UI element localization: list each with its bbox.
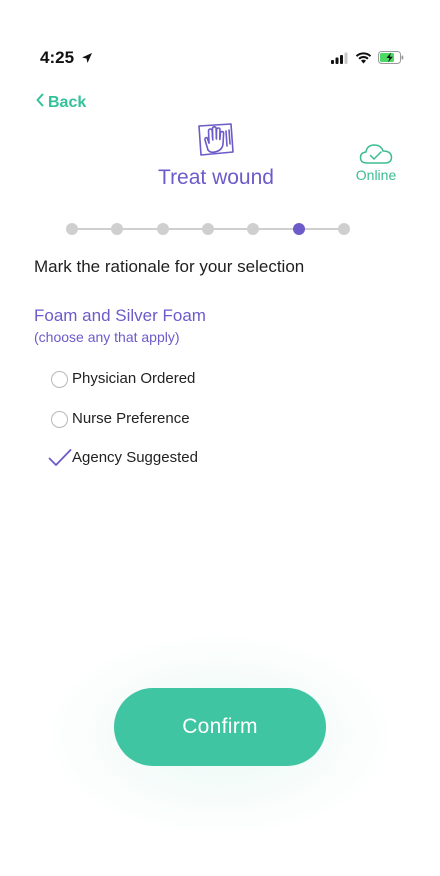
wifi-icon [355,51,372,69]
instruction-prompt: Mark the rationale for your selection [34,257,305,276]
signal-icon [331,51,349,69]
step-dot [247,223,260,235]
step-dot [202,223,214,235]
chevron-left-icon [36,93,44,112]
step-dot [338,223,350,235]
back-button[interactable]: Back [36,93,86,112]
back-label: Back [48,93,87,111]
cloud-check-icon [359,143,393,165]
connection-status: Online [350,143,402,183]
step-dot [111,223,124,235]
status-icons [331,51,404,69]
option-physician-ordered[interactable]: Physician Ordered [48,366,348,406]
confirm-button[interactable]: Confirm [114,688,326,766]
screen: 4:25 Back Treat wound Online Mark the ra… [0,0,440,876]
radio-unselected-icon[interactable] [51,410,68,428]
hand-wipe-icon [196,122,236,162]
status-bar: 4:25 [0,48,440,72]
option-label: Nurse Preference [72,409,190,427]
battery-charging-icon [378,51,404,69]
checkmark-icon[interactable] [48,448,72,468]
status-time-text: 4:25 [40,48,75,67]
progress-stepper [66,222,350,236]
step-dot [156,223,169,235]
option-label: Agency Suggested [72,449,198,466]
rationale-options: Physician Ordered Nurse Preference Agenc… [48,366,348,485]
option-agency-suggested[interactable]: Agency Suggested [48,445,348,485]
section-hint: (choose any that apply) [34,329,180,345]
option-label: Physician Ordered [72,370,196,387]
radio-unselected-icon[interactable] [51,371,68,388]
status-time: 4:25 [40,48,93,69]
section-title: Foam and Silver Foam [34,306,206,325]
step-dot-current [292,223,305,235]
option-nurse-preference[interactable]: Nurse Preference [48,406,348,446]
location-arrow-icon [81,49,93,69]
online-label: Online [355,167,397,183]
step-dot [66,223,78,235]
